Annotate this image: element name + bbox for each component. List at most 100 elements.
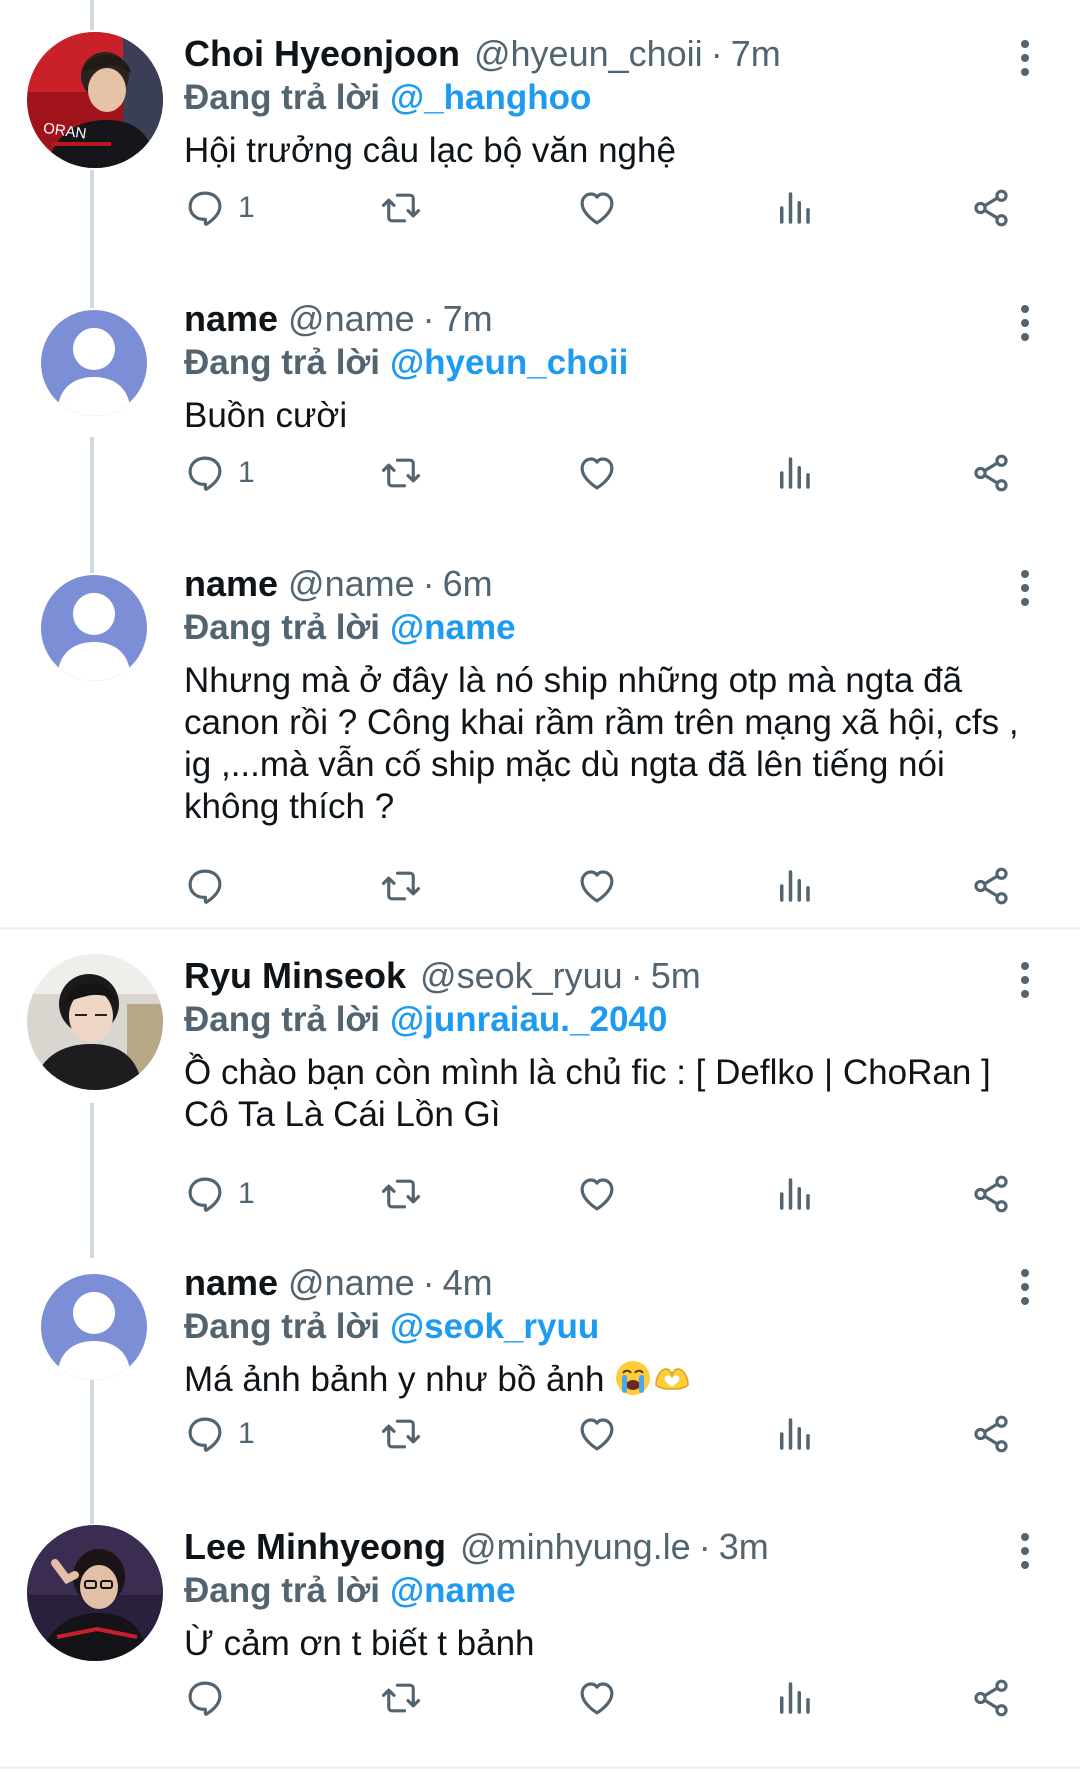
reply-button[interactable]: 1	[184, 1171, 255, 1217]
mention-link[interactable]: @junraiau._2040	[390, 1000, 667, 1039]
display-name[interactable]: name	[184, 563, 278, 604]
views-button[interactable]	[773, 450, 815, 496]
display-name[interactable]: Choi Hyeonjoon	[184, 33, 460, 74]
reply-button[interactable]: 1	[184, 185, 255, 231]
replying-label: Đang trả lời	[184, 1571, 381, 1610]
user-handle[interactable]: @name	[288, 298, 415, 339]
replying-to: Đang trả lời @seok_ryuu	[184, 1305, 599, 1349]
share-button[interactable]	[970, 185, 1012, 231]
avatar[interactable]	[27, 954, 163, 1090]
tweet-header: name @name · 6m	[184, 562, 493, 606]
views-button[interactable]	[773, 863, 815, 909]
share-icon	[970, 187, 1012, 229]
like-button[interactable]	[576, 185, 618, 231]
retweet-button[interactable]	[380, 863, 422, 909]
separator: ·	[422, 563, 435, 604]
separator: ·	[422, 298, 435, 339]
views-button[interactable]	[773, 1675, 815, 1721]
more-icon[interactable]	[1008, 568, 1042, 608]
retweet-button[interactable]	[380, 1411, 422, 1457]
user-handle[interactable]: @hyeun_choii	[474, 33, 703, 74]
retweet-button[interactable]	[380, 185, 422, 231]
like-button[interactable]	[576, 1411, 618, 1457]
like-button[interactable]	[576, 863, 618, 909]
more-icon[interactable]	[1008, 303, 1042, 343]
views-button[interactable]	[773, 185, 815, 231]
avatar[interactable]	[41, 575, 147, 681]
reply-button[interactable]: 1	[184, 1411, 255, 1457]
display-name[interactable]: name	[184, 1262, 278, 1303]
user-handle[interactable]: @minhyung.le	[460, 1526, 691, 1567]
like-button[interactable]	[576, 1675, 618, 1721]
avatar[interactable]	[41, 310, 147, 416]
reply-count: 1	[238, 456, 255, 489]
share-button[interactable]	[970, 1171, 1012, 1217]
tweet-text: Ừ cảm ơn t biết t bảnh	[184, 1624, 535, 1663]
timestamp[interactable]: 7m	[731, 33, 781, 74]
more-icon[interactable]	[1008, 960, 1042, 1000]
reply-count: 1	[238, 1177, 255, 1210]
timestamp[interactable]: 5m	[651, 955, 701, 996]
separator: ·	[422, 1262, 435, 1303]
thread-divider	[0, 927, 1080, 930]
avatar[interactable]	[27, 1525, 163, 1661]
share-icon	[970, 1173, 1012, 1215]
user-handle[interactable]: @seok_ryuu	[420, 955, 623, 996]
replying-label: Đang trả lời	[184, 78, 381, 117]
separator: ·	[710, 33, 723, 74]
mention-link[interactable]: @name	[390, 1571, 516, 1610]
replying-to: Đang trả lời @_hanghoo	[184, 76, 591, 120]
tweet-text-container: Má ảnh bảnh y như bồ ảnh	[184, 1359, 1034, 1401]
retweet-button[interactable]	[380, 450, 422, 496]
tweet-header: name @name · 4m	[184, 1261, 493, 1305]
views-icon	[773, 452, 815, 494]
tweet-header: name @name · 7m	[184, 297, 493, 341]
display-name[interactable]: Lee Minhyeong	[184, 1526, 446, 1567]
share-button[interactable]	[970, 450, 1012, 496]
more-icon[interactable]	[1008, 1531, 1042, 1571]
replying-label: Đang trả lời	[184, 1307, 381, 1346]
replying-to: Đang trả lời @hyeun_choii	[184, 341, 628, 385]
views-button[interactable]	[773, 1411, 815, 1457]
like-button[interactable]	[576, 1171, 618, 1217]
like-icon	[576, 865, 618, 907]
reply-icon	[184, 1413, 226, 1455]
like-icon	[576, 1173, 618, 1215]
avatar[interactable]	[41, 1274, 147, 1380]
mention-link[interactable]: @hyeun_choii	[390, 343, 628, 382]
crying-face-emoji-icon	[616, 1361, 651, 1395]
display-name[interactable]: name	[184, 298, 278, 339]
reply-button[interactable]	[184, 1675, 226, 1721]
share-button[interactable]	[970, 1675, 1012, 1721]
reply-icon	[184, 187, 226, 229]
mention-link[interactable]: @_hanghoo	[390, 78, 591, 117]
share-button[interactable]	[970, 1411, 1012, 1457]
views-icon	[773, 1413, 815, 1455]
reply-button[interactable]: 1	[184, 450, 255, 496]
timestamp[interactable]: 6m	[443, 563, 493, 604]
share-button[interactable]	[970, 863, 1012, 909]
views-button[interactable]	[773, 1171, 815, 1217]
retweet-button[interactable]	[380, 1171, 422, 1217]
user-handle[interactable]: @name	[288, 563, 415, 604]
more-icon[interactable]	[1008, 38, 1042, 78]
mention-link[interactable]: @seok_ryuu	[390, 1307, 599, 1346]
thread-line	[90, 0, 94, 30]
reply-button[interactable]	[184, 863, 226, 909]
timestamp[interactable]: 4m	[443, 1262, 493, 1303]
mention-link[interactable]: @name	[390, 608, 516, 647]
timestamp[interactable]: 7m	[443, 298, 493, 339]
replying-to: Đang trả lời @name	[184, 606, 516, 650]
user-handle[interactable]: @name	[288, 1262, 415, 1303]
more-icon[interactable]	[1008, 1267, 1042, 1307]
retweet-button[interactable]	[380, 1675, 422, 1721]
avatar[interactable]: ORAN	[27, 32, 163, 168]
timestamp[interactable]: 3m	[719, 1526, 769, 1567]
retweet-icon	[380, 452, 422, 494]
tweet-text: Nhưng mà ở đây là nó ship những otp mà n…	[184, 661, 1019, 826]
like-button[interactable]	[576, 450, 618, 496]
heart-hands-emoji-icon	[655, 1368, 689, 1390]
action-bar: 1	[0, 1411, 1080, 1457]
display-name[interactable]: Ryu Minseok	[184, 955, 406, 996]
retweet-icon	[380, 865, 422, 907]
